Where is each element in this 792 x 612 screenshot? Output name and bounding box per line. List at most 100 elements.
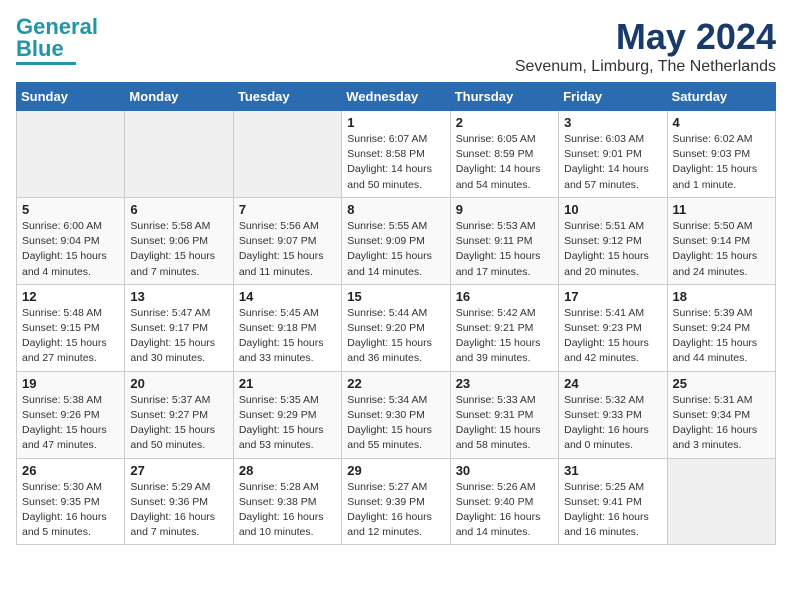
calendar-cell: 10 Sunrise: 5:51 AMSunset: 9:12 PMDayligh… [559,197,667,284]
day-number: 20 [130,376,227,391]
day-number: 7 [239,202,336,217]
calendar-cell: 7Sunrise: 5:56 AMSunset: 9:07 PMDaylight… [233,197,341,284]
day-info: Sunrise: 5:30 AMSunset: 9:35 PMDaylight:… [22,480,119,541]
calendar-header: SundayMondayTuesdayWednesdayThursdayFrid… [17,83,776,111]
calendar-cell: 5 Sunrise: 6:00 AMSunset: 9:04 PMDaylight… [17,197,125,284]
day-number: 11 [673,202,770,217]
calendar-week-row: 12 Sunrise: 5:48 AMSunset: 9:15 PMDayligh… [17,284,776,371]
day-info: Sunrise: 5:33 AMSunset: 9:31 PMDaylight:… [456,393,553,454]
calendar-week-row: 5 Sunrise: 6:00 AMSunset: 9:04 PMDaylight… [17,197,776,284]
weekday-saturday: Saturday [667,83,775,111]
calendar-cell: 28 Sunrise: 5:28 AMSunset: 9:38 PMDayligh… [233,458,341,545]
calendar-body: 1Sunrise: 6:07 AMSunset: 8:58 PMDaylight… [17,111,776,545]
day-number: 22 [347,376,444,391]
day-number: 10 [564,202,661,217]
day-number: 6 [130,202,227,217]
page-header: General Blue May 2024 Sevenum, Limburg, … [16,16,776,76]
calendar-cell: 2 Sunrise: 6:05 AMSunset: 8:59 PMDaylight… [450,111,558,198]
weekday-wednesday: Wednesday [342,83,450,111]
logo-underline [16,62,76,65]
calendar-cell [667,458,775,545]
day-info: Sunrise: 6:05 AMSunset: 8:59 PMDaylight:… [456,132,553,193]
day-info: Sunrise: 5:29 AMSunset: 9:36 PMDaylight:… [130,480,227,541]
calendar-cell: 3Sunrise: 6:03 AMSunset: 9:01 PMDaylight… [559,111,667,198]
calendar-cell: 27 Sunrise: 5:29 AMSunset: 9:36 PMDayligh… [125,458,233,545]
calendar-cell [17,111,125,198]
calendar-cell: 1Sunrise: 6:07 AMSunset: 8:58 PMDaylight… [342,111,450,198]
weekday-header-row: SundayMondayTuesdayWednesdayThursdayFrid… [17,83,776,111]
calendar-cell: 17Sunrise: 5:41 AMSunset: 9:23 PMDayligh… [559,284,667,371]
day-info: Sunrise: 5:28 AMSunset: 9:38 PMDaylight:… [239,480,336,541]
day-number: 9 [456,202,553,217]
day-number: 31 [564,463,661,478]
day-number: 26 [22,463,119,478]
day-info: Sunrise: 5:37 AMSunset: 9:27 PMDaylight:… [130,393,227,454]
day-number: 29 [347,463,444,478]
day-info: Sunrise: 5:26 AMSunset: 9:40 PMDaylight:… [456,480,553,541]
day-number: 28 [239,463,336,478]
calendar-cell: 12 Sunrise: 5:48 AMSunset: 9:15 PMDayligh… [17,284,125,371]
day-info: Sunrise: 5:48 AMSunset: 9:15 PMDaylight:… [22,306,119,367]
calendar-week-row: 1Sunrise: 6:07 AMSunset: 8:58 PMDaylight… [17,111,776,198]
day-number: 21 [239,376,336,391]
day-number: 19 [22,376,119,391]
day-number: 12 [22,289,119,304]
day-info: Sunrise: 5:44 AMSunset: 9:20 PMDaylight:… [347,306,444,367]
day-number: 13 [130,289,227,304]
day-info: Sunrise: 5:25 AMSunset: 9:41 PMDaylight:… [564,480,661,541]
day-number: 3 [564,115,661,130]
calendar-cell: 11 Sunrise: 5:50 AMSunset: 9:14 PMDayligh… [667,197,775,284]
day-info: Sunrise: 5:35 AMSunset: 9:29 PMDaylight:… [239,393,336,454]
weekday-tuesday: Tuesday [233,83,341,111]
day-info: Sunrise: 5:31 AMSunset: 9:34 PMDaylight:… [673,393,770,454]
day-info: Sunrise: 5:32 AMSunset: 9:33 PMDaylight:… [564,393,661,454]
logo-text: General Blue [16,16,98,60]
day-number: 14 [239,289,336,304]
calendar-cell: 15 Sunrise: 5:44 AMSunset: 9:20 PMDayligh… [342,284,450,371]
calendar-cell: 22 Sunrise: 5:34 AMSunset: 9:30 PMDayligh… [342,371,450,458]
calendar-cell: 30 Sunrise: 5:26 AMSunset: 9:40 PMDayligh… [450,458,558,545]
day-info: Sunrise: 6:02 AMSunset: 9:03 PMDaylight:… [673,132,770,193]
calendar-table: SundayMondayTuesdayWednesdayThursdayFrid… [16,82,776,545]
calendar-week-row: 19 Sunrise: 5:38 AMSunset: 9:26 PMDayligh… [17,371,776,458]
day-number: 25 [673,376,770,391]
calendar-cell [233,111,341,198]
day-number: 2 [456,115,553,130]
logo-blue: Blue [16,36,64,61]
calendar-subtitle: Sevenum, Limburg, The Netherlands [515,58,776,76]
day-number: 30 [456,463,553,478]
calendar-cell: 8Sunrise: 5:55 AMSunset: 9:09 PMDaylight… [342,197,450,284]
calendar-cell: 21 Sunrise: 5:35 AMSunset: 9:29 PMDayligh… [233,371,341,458]
calendar-cell: 26 Sunrise: 5:30 AMSunset: 9:35 PMDayligh… [17,458,125,545]
calendar-cell: 13 Sunrise: 5:47 AMSunset: 9:17 PMDayligh… [125,284,233,371]
day-info: Sunrise: 5:47 AMSunset: 9:17 PMDaylight:… [130,306,227,367]
day-info: Sunrise: 5:34 AMSunset: 9:30 PMDaylight:… [347,393,444,454]
day-info: Sunrise: 5:51 AMSunset: 9:12 PMDaylight:… [564,219,661,280]
weekday-monday: Monday [125,83,233,111]
day-number: 18 [673,289,770,304]
day-info: Sunrise: 5:55 AMSunset: 9:09 PMDaylight:… [347,219,444,280]
day-number: 24 [564,376,661,391]
weekday-sunday: Sunday [17,83,125,111]
day-info: Sunrise: 5:45 AMSunset: 9:18 PMDaylight:… [239,306,336,367]
day-number: 16 [456,289,553,304]
day-info: Sunrise: 6:00 AMSunset: 9:04 PMDaylight:… [22,219,119,280]
day-number: 15 [347,289,444,304]
logo: General Blue [16,16,98,65]
calendar-cell: 14 Sunrise: 5:45 AMSunset: 9:18 PMDayligh… [233,284,341,371]
calendar-cell: 16Sunrise: 5:42 AMSunset: 9:21 PMDayligh… [450,284,558,371]
day-info: Sunrise: 5:38 AMSunset: 9:26 PMDaylight:… [22,393,119,454]
day-number: 1 [347,115,444,130]
weekday-friday: Friday [559,83,667,111]
day-number: 27 [130,463,227,478]
day-info: Sunrise: 5:39 AMSunset: 9:24 PMDaylight:… [673,306,770,367]
calendar-cell [125,111,233,198]
day-info: Sunrise: 5:50 AMSunset: 9:14 PMDaylight:… [673,219,770,280]
day-info: Sunrise: 5:27 AMSunset: 9:39 PMDaylight:… [347,480,444,541]
day-info: Sunrise: 5:58 AMSunset: 9:06 PMDaylight:… [130,219,227,280]
day-info: Sunrise: 5:53 AMSunset: 9:11 PMDaylight:… [456,219,553,280]
calendar-cell: 20 Sunrise: 5:37 AMSunset: 9:27 PMDayligh… [125,371,233,458]
calendar-cell: 4Sunrise: 6:02 AMSunset: 9:03 PMDaylight… [667,111,775,198]
calendar-cell: 6 Sunrise: 5:58 AMSunset: 9:06 PMDaylight… [125,197,233,284]
day-number: 5 [22,202,119,217]
